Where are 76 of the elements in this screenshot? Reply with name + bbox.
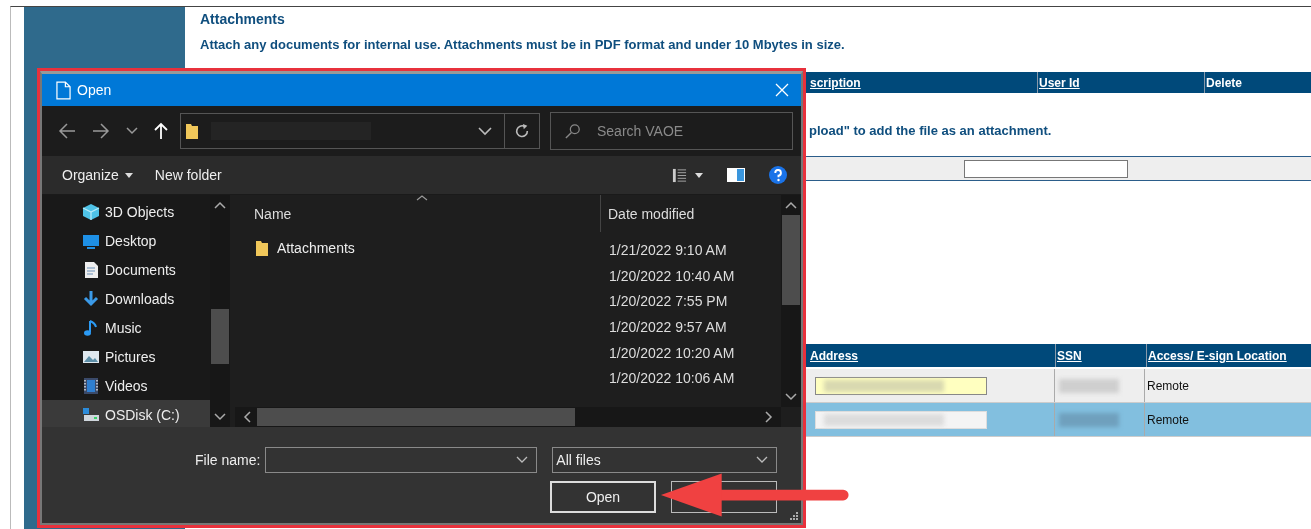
- scroll-thumb[interactable]: [782, 215, 800, 305]
- redacted-block: [1059, 378, 1119, 393]
- new-folder-button[interactable]: New folder: [146, 163, 230, 187]
- navigation-item[interactable]: 3D Objects: [42, 197, 210, 226]
- music-note-icon: [82, 318, 100, 337]
- column-header: Delete: [1206, 75, 1243, 90]
- file-type-dropdown[interactable]: All files: [552, 447, 778, 473]
- field-label: File name:: [195, 452, 261, 468]
- open-button[interactable]: Open: [550, 481, 656, 513]
- date-text: 1/20/2022 10:20 AM: [608, 344, 735, 361]
- address-field[interactable]: [180, 113, 540, 149]
- navigation-item[interactable]: Pictures: [42, 342, 210, 371]
- navigation-item[interactable]: Desktop: [42, 226, 210, 255]
- chevron-up-icon: [214, 201, 226, 209]
- column-header[interactable]: Date modified: [601, 195, 781, 232]
- table-cell: Remote: [1147, 378, 1190, 393]
- close-icon: [775, 83, 789, 97]
- input-field[interactable]: [815, 376, 987, 395]
- navigation-item[interactable]: Downloads: [42, 284, 210, 313]
- document-icon: [82, 260, 100, 279]
- caret-icon: [124, 172, 133, 178]
- chevron-down-icon: [756, 456, 769, 464]
- navigation-item[interactable]: Videos: [42, 371, 210, 400]
- column-header-link[interactable]: Access/ E-sign Location: [1148, 348, 1287, 363]
- navigation-item[interactable]: Documents: [42, 255, 210, 284]
- scrollbar[interactable]: [781, 195, 801, 407]
- chevron-right-icon: [765, 411, 773, 423]
- drive-icon: [82, 405, 100, 424]
- navigation-item[interactable]: Music: [42, 313, 210, 342]
- date-text: 1/20/2022 7:55 PM: [608, 293, 728, 310]
- column-header-link[interactable]: SSN: [1057, 348, 1082, 363]
- table-cell: Remote: [1147, 412, 1190, 427]
- upload-hint-text: pload" to add the file as an attachment.: [809, 123, 1052, 139]
- column-header-link[interactable]: Address: [810, 348, 859, 363]
- section-title: Attachments: [200, 11, 286, 27]
- scrollbar[interactable]: [235, 407, 781, 427]
- file-icon: [56, 80, 71, 100]
- scroll-thumb[interactable]: [211, 309, 229, 364]
- cube-icon: [82, 202, 100, 221]
- input-field[interactable]: [964, 159, 1128, 178]
- up-arrow-icon: [154, 122, 168, 140]
- film-icon: [82, 376, 100, 395]
- date-text: 1/20/2022 10:06 AM: [608, 370, 735, 387]
- chevron-down-icon: [214, 413, 226, 421]
- search-field[interactable]: Search VAOE: [550, 112, 793, 150]
- chevron-down-icon: [785, 393, 797, 401]
- column-header[interactable]: Name: [230, 195, 601, 232]
- forward-arrow-icon: [92, 122, 110, 140]
- details-view-icon: [672, 167, 687, 183]
- chevron-down-icon: [516, 456, 529, 464]
- redacted-block: [1059, 412, 1119, 427]
- search-icon: [565, 123, 581, 139]
- navigation-item[interactable]: OSDisk (C:): [42, 400, 210, 427]
- preview-pane-icon: [727, 168, 745, 182]
- chevron-down-icon: [478, 126, 492, 136]
- organize-button[interactable]: Organize: [54, 163, 141, 187]
- chevron-left-icon: [243, 411, 251, 423]
- instructions-text: Attach any documents for internal use. Attachments must be in PDF format and under 10 Mbytes in size.: [200, 37, 846, 52]
- column-header-link[interactable]: User Id: [1039, 75, 1080, 90]
- file-name-field[interactable]: [265, 447, 538, 473]
- date-text: 1/20/2022 9:57 AM: [608, 318, 727, 335]
- download-icon: [82, 289, 100, 308]
- scroll-thumb[interactable]: [257, 408, 575, 426]
- resize-grip-icon: [790, 512, 798, 520]
- refresh-icon: [514, 123, 530, 139]
- column-header-link[interactable]: scription: [810, 75, 861, 90]
- folder-item[interactable]: Attachments: [255, 239, 355, 258]
- folder-icon: [255, 239, 269, 258]
- window-title: Open: [77, 82, 112, 98]
- caret-icon: [695, 172, 703, 178]
- chevron-up-icon: [785, 201, 797, 209]
- date-text: 1/20/2022 10:40 AM: [608, 267, 735, 284]
- sort-caret-icon: [416, 195, 428, 201]
- back-arrow-icon: [58, 122, 76, 140]
- date-text: 1/21/2022 9:10 AM: [608, 241, 727, 258]
- help-icon: [769, 166, 787, 184]
